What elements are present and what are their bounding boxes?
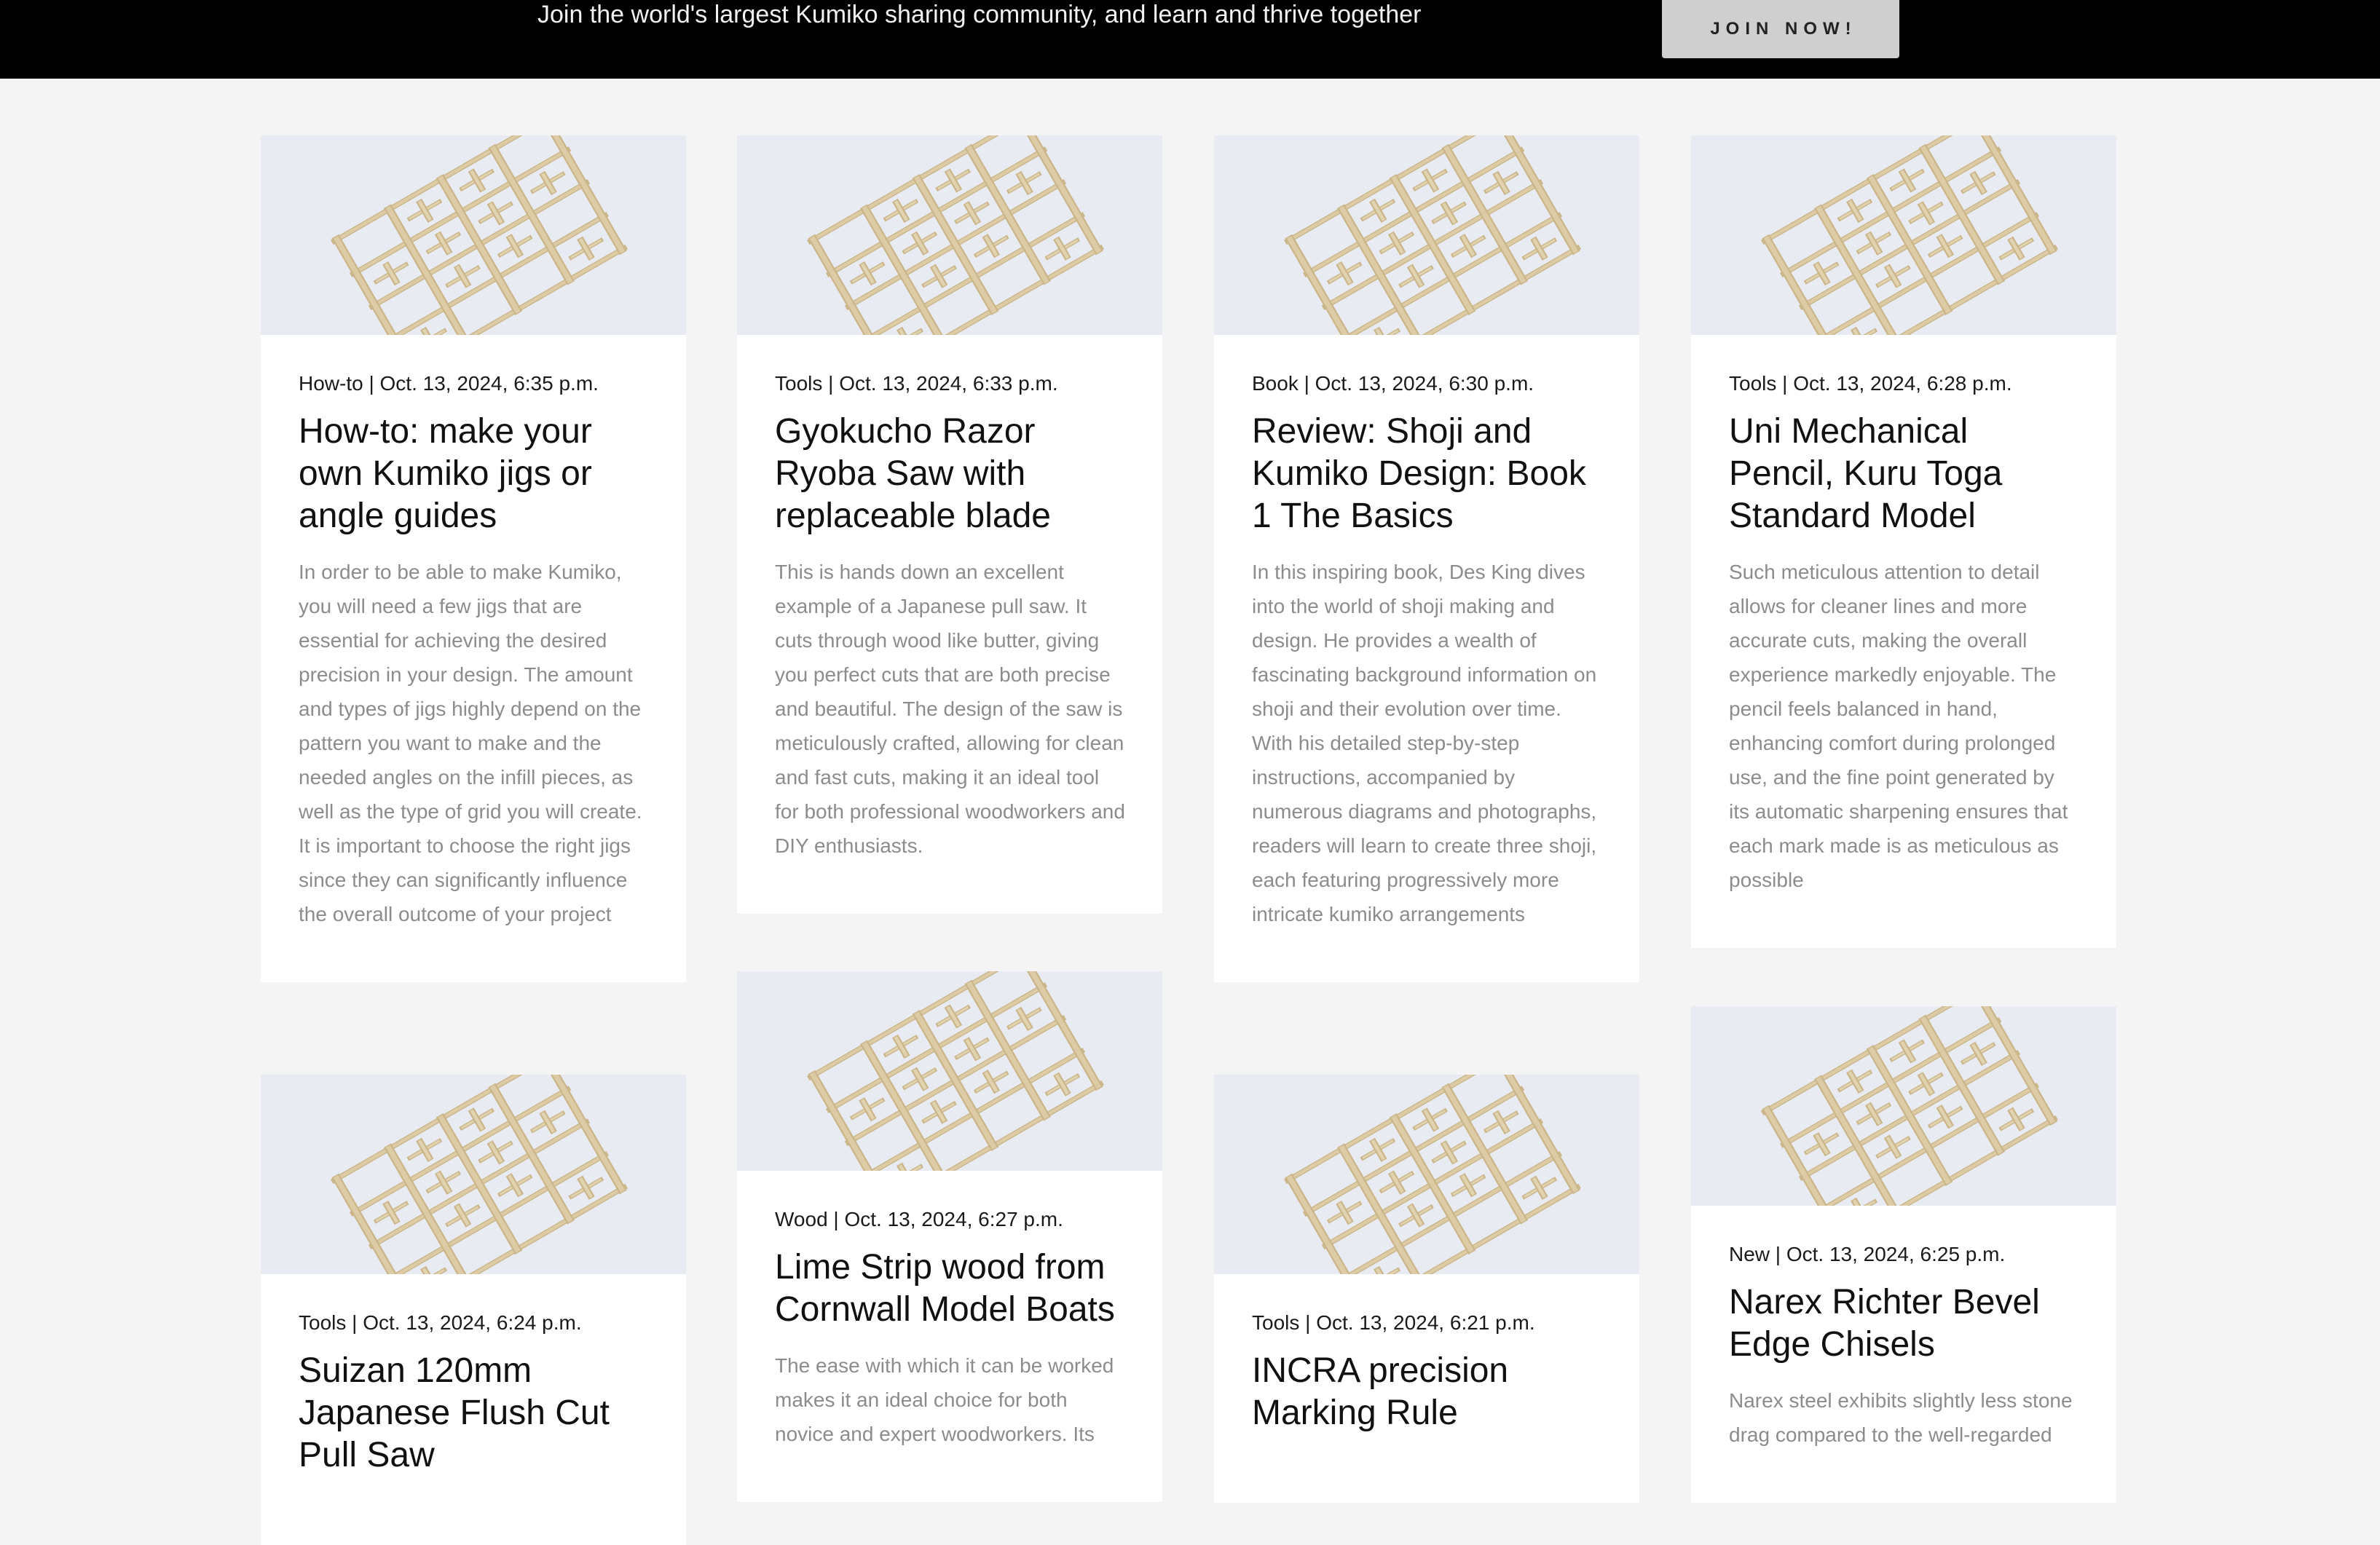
post-meta: Tools | Oct. 13, 2024, 6:33 p.m. [775, 372, 1058, 395]
kumiko-thumbnail [1214, 1075, 1639, 1274]
kumiko-thumbnail [1691, 135, 2116, 335]
post-card[interactable]: Book | Oct. 13, 2024, 6:30 p.m. Review: … [1214, 135, 1639, 982]
post-card[interactable]: Wood | Oct. 13, 2024, 6:27 p.m. Lime Str… [737, 971, 1162, 1502]
post-title[interactable]: Lime Strip wood from Cornwall Model Boat… [775, 1246, 1126, 1331]
post-title[interactable]: Suizan 120mm Japanese Flush Cut Pull Saw [299, 1350, 650, 1477]
post-meta: Tools | Oct. 13, 2024, 6:24 p.m. [299, 1311, 582, 1334]
top-banner: Join the world's largest Kumiko sharing … [0, 0, 2380, 79]
post-title[interactable]: Review: Shoji and Kumiko Design: Book 1 … [1252, 411, 1603, 537]
post-title[interactable]: Gyokucho Razor Ryoba Saw with replaceabl… [775, 411, 1126, 537]
banner-tagline: Join the world's largest Kumiko sharing … [537, 1, 1422, 28]
post-excerpt: The ease with which it can be worked mak… [775, 1354, 1114, 1445]
join-now-button[interactable]: JOIN NOW! [1662, 0, 1899, 58]
post-meta: Tools | Oct. 13, 2024, 6:28 p.m. [1729, 372, 2012, 395]
kumiko-thumbnail [737, 135, 1162, 335]
post-card[interactable]: Tools | Oct. 13, 2024, 6:28 p.m. Uni Mec… [1691, 135, 2116, 948]
kumiko-thumbnail [261, 1075, 686, 1274]
post-excerpt: Such meticulous attention to detail allo… [1729, 561, 2068, 891]
post-card[interactable]: Tools | Oct. 13, 2024, 6:33 p.m. Gyokuch… [737, 135, 1162, 914]
post-card[interactable]: New | Oct. 13, 2024, 6:25 p.m. Narex Ric… [1691, 1006, 2116, 1503]
kumiko-thumbnail [1214, 135, 1639, 335]
post-card[interactable]: Tools | Oct. 13, 2024, 6:24 p.m. Suizan … [261, 1075, 686, 1545]
post-meta: Tools | Oct. 13, 2024, 6:21 p.m. [1252, 1311, 1535, 1334]
post-excerpt: In order to be able to make Kumiko, you … [299, 561, 642, 925]
post-excerpt: In this inspiring book, Des King dives i… [1252, 561, 1597, 925]
post-excerpt: Narex steel exhibits slightly less stone… [1729, 1389, 2073, 1446]
post-title[interactable]: Narex Richter Bevel Edge Chisels [1729, 1281, 2080, 1366]
post-meta: New | Oct. 13, 2024, 6:25 p.m. [1729, 1243, 2006, 1265]
post-meta: How-to | Oct. 13, 2024, 6:35 p.m. [299, 372, 599, 395]
post-meta: Book | Oct. 13, 2024, 6:30 p.m. [1252, 372, 1534, 395]
post-title[interactable]: INCRA precision Marking Rule [1252, 1350, 1603, 1434]
kumiko-thumbnail [1691, 1006, 2116, 1206]
post-excerpt: This is hands down an excellent example … [775, 561, 1125, 857]
post-meta: Wood | Oct. 13, 2024, 6:27 p.m. [775, 1208, 1063, 1230]
kumiko-thumbnail [737, 971, 1162, 1171]
kumiko-thumbnail [261, 135, 686, 335]
post-title[interactable]: Uni Mechanical Pencil, Kuru Toga Standar… [1729, 411, 2080, 537]
post-card[interactable]: How-to | Oct. 13, 2024, 6:35 p.m. How-to… [261, 135, 686, 982]
post-title[interactable]: How-to: make your own Kumiko jigs or ang… [299, 411, 650, 537]
post-card[interactable]: Tools | Oct. 13, 2024, 6:21 p.m. INCRA p… [1214, 1075, 1639, 1503]
